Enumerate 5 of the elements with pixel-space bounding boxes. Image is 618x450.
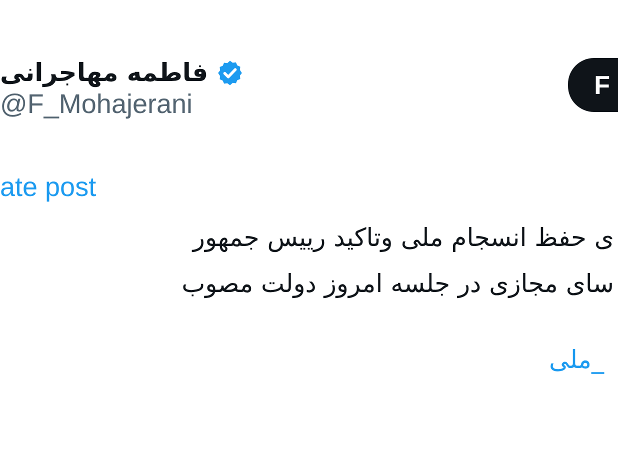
author-handle[interactable]: @F_Mohajerani (0, 89, 192, 120)
post-text-line: ی حفظ انسجام ملی وتاکید رییس جمهور (192, 222, 614, 254)
follow-button[interactable]: F (568, 58, 618, 112)
post-text-line: سای مجازی در جلسه امروز دولت مصوب (182, 268, 614, 300)
author-name[interactable]: فاطمه مهاجرانی (0, 58, 208, 87)
